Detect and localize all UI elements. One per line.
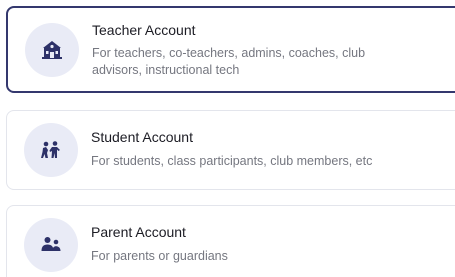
teacher-icon-badge xyxy=(25,23,79,77)
account-type-list: Teacher Account For teachers, co-teacher… xyxy=(0,0,455,277)
account-title: Student Account xyxy=(91,129,193,145)
parent-account-option[interactable]: Parent Account For parents or guardians xyxy=(6,205,455,277)
student-icon-badge xyxy=(24,123,78,177)
students-group-icon xyxy=(40,140,62,160)
account-description: For teachers, co-teachers, admins, coach… xyxy=(92,46,366,77)
parent-icon-badge xyxy=(24,218,78,272)
account-description: For students, class participants, club m… xyxy=(91,154,373,168)
account-title: Teacher Account xyxy=(92,22,196,38)
student-account-option[interactable]: Student Account For students, class part… xyxy=(6,110,455,190)
account-title: Parent Account xyxy=(91,224,186,240)
school-building-icon xyxy=(41,40,63,60)
account-description: For parents or guardians xyxy=(91,249,228,263)
teacher-account-option[interactable]: Teacher Account For teachers, co-teacher… xyxy=(6,6,455,93)
parent-child-icon xyxy=(40,236,62,254)
